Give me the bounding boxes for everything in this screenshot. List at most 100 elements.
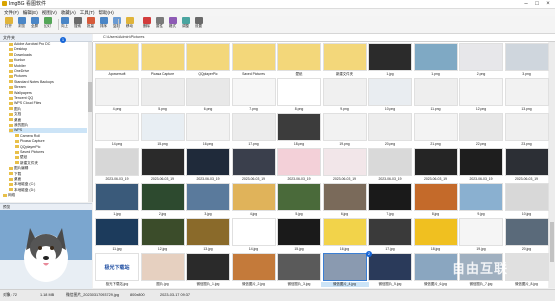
thumbnail-item[interactable]: 4.jpg <box>230 182 278 219</box>
thumbnail-item[interactable]: 2.png <box>457 42 505 79</box>
thumbnail-item[interactable]: 22.png <box>457 112 505 149</box>
thumbnail-item[interactable]: 18.png <box>275 112 323 149</box>
thumbnail-item[interactable]: 12.jpg <box>139 217 187 254</box>
tree-item[interactable]: WPS Cloud Files <box>9 101 87 106</box>
thumbnail-item[interactable]: 9.jpg <box>457 182 505 219</box>
thumbnail-item[interactable]: 2023-06-03_19 <box>184 147 232 184</box>
toolbar-button-7[interactable]: 排序 <box>98 17 109 32</box>
thumbnail-item[interactable]: 3.png <box>503 42 551 79</box>
toolbar-button-5[interactable]: 搜索 <box>72 17 83 32</box>
tree-item[interactable]: QQplayerPic <box>15 145 87 150</box>
toolbar-button-2[interactable]: 全屏 <box>29 17 40 32</box>
tree-item[interactable]: 网络 <box>3 193 87 198</box>
toolbar-button-10[interactable]: 删除 <box>141 17 152 32</box>
thumbnail-item[interactable]: 7.jpg <box>366 182 414 219</box>
thumbnail-item[interactable]: 8.png <box>275 77 323 114</box>
thumbnail-item[interactable]: 12.png <box>457 77 505 114</box>
menu-item-1[interactable]: 编辑(E) <box>23 9 38 16</box>
thumbnail-item[interactable]: 17.jpg <box>366 217 414 254</box>
address-bar[interactable]: C:\Users\Admin\Pictures <box>93 34 555 42</box>
toolbar-button-11[interactable]: 属性 <box>154 17 165 32</box>
thumbnail-item[interactable]: 2023-06-03_19 <box>93 147 141 184</box>
tree-item[interactable]: Downloads <box>9 53 87 58</box>
tree-item[interactable]: Mobiler <box>9 64 87 69</box>
grid-scrollbar-thumb[interactable] <box>550 222 554 262</box>
tree-scrollbar-thumb[interactable] <box>88 82 92 112</box>
thumbnail-item[interactable]: Saved Pictures <box>230 42 278 79</box>
menu-item-0[interactable]: 文件(F) <box>4 9 19 16</box>
toolbar-button-4[interactable]: 向上 <box>59 17 70 32</box>
thumbnail-item[interactable]: 1.png <box>412 42 460 79</box>
tree-item[interactable]: 本地磁盘 (C:) <box>9 182 87 187</box>
tree-item[interactable]: Kunlun <box>9 58 87 63</box>
thumbnail-item[interactable]: Picasa Capture <box>139 42 187 79</box>
thumbnail-item[interactable]: 2023-06-03_19 <box>503 147 551 184</box>
grid-scrollbar[interactable] <box>549 42 555 288</box>
toolbar-button-14[interactable]: 设置 <box>193 17 204 32</box>
thumbnail-item[interactable]: 2023-06-03_19 <box>321 147 369 184</box>
tree-item[interactable]: OneDrive <box>9 69 87 74</box>
thumbnail-item[interactable]: 6.png <box>184 77 232 114</box>
thumbnail-item[interactable]: 10.png <box>366 77 414 114</box>
thumbnail-item[interactable]: 2023-06-03_19 <box>230 147 278 184</box>
thumbnail-item[interactable]: 5.jpg <box>275 182 323 219</box>
thumbnail-item[interactable]: 10.jpg <box>503 182 551 219</box>
thumbnail-item[interactable]: 2023-06-03_19 <box>139 147 187 184</box>
thumbnail-item[interactable]: 微信图片_8.jpg <box>503 252 551 289</box>
thumbnail-item[interactable]: 新建文件夹 <box>321 42 369 79</box>
thumbnail-item[interactable]: 3.jpg <box>184 182 232 219</box>
thumbnail-item[interactable]: 15.jpg <box>275 217 323 254</box>
thumbnail-item[interactable]: Apowersoft <box>93 42 141 79</box>
thumbnail-item[interactable]: QQplayerPic <box>184 42 232 79</box>
tree-item[interactable]: 文档 <box>9 112 87 117</box>
thumbnail-item[interactable]: 壁纸 <box>275 42 323 79</box>
tree-item[interactable]: Adobe Acrobat Pro DC <box>9 42 87 47</box>
tree-item[interactable]: Camera Roll <box>15 134 87 139</box>
thumbnail-item[interactable]: 15.png <box>139 112 187 149</box>
toolbar-button-13[interactable]: 调整 <box>180 17 191 32</box>
thumbnail-item[interactable]: 17.png <box>230 112 278 149</box>
thumbnail-item[interactable]: 2023-06-03_19 <box>412 147 460 184</box>
thumbnail-item[interactable]: 9.png <box>321 77 369 114</box>
toolbar-button-9[interactable]: 移动 <box>124 17 135 32</box>
thumbnail-item[interactable]: 11.png <box>412 77 460 114</box>
thumbnail-item[interactable]: 2023-06-03_19 <box>366 147 414 184</box>
toolbar-button-6[interactable]: 批量 <box>85 17 96 32</box>
tree-item[interactable]: 壁纸 <box>15 155 87 160</box>
maximize-button[interactable]: □ <box>532 0 542 8</box>
thumbnail-item[interactable]: 14.jpg <box>230 217 278 254</box>
thumbnail-item[interactable]: 18.jpg <box>412 217 460 254</box>
tree-item[interactable]: 下载 <box>9 172 87 177</box>
thumbnail-item[interactable]: 8.jpg <box>412 182 460 219</box>
thumbnail-item[interactable]: 14.png <box>93 112 141 149</box>
tree-item[interactable]: Stream <box>9 85 87 90</box>
thumbnail-item[interactable]: 2.jpg <box>139 182 187 219</box>
thumbnail-item[interactable]: 16.png <box>184 112 232 149</box>
toolbar-button-12[interactable]: 格式 <box>167 17 178 32</box>
thumbnail-item[interactable]: 1.jpg <box>93 182 141 219</box>
thumbnail-item[interactable]: 20.png <box>366 112 414 149</box>
thumbnail-item[interactable]: 微信图片_1.jpg <box>184 252 232 289</box>
thumbnail-item[interactable]: 1.jpg <box>366 42 414 79</box>
close-button[interactable]: × <box>543 0 553 8</box>
toolbar-button-1[interactable]: 浏览 <box>16 17 27 32</box>
thumbnail-item[interactable]: 13.jpg <box>184 217 232 254</box>
tree-item[interactable]: 桌面 <box>9 118 87 123</box>
thumbnail-item[interactable]: 2023-06-03_19 <box>457 147 505 184</box>
thumbnail-item[interactable]: 2023-06-03_19 <box>275 147 323 184</box>
tree-item[interactable]: Picasa Capture <box>15 139 87 144</box>
menu-item-2[interactable]: 视图(V) <box>42 9 57 16</box>
toolbar-button-3[interactable]: 幻灯 <box>42 17 53 32</box>
thumbnail-item[interactable]: 图片.jpg <box>139 252 187 289</box>
tree-item[interactable]: 本地磁盘 (D:) <box>9 188 87 193</box>
thumbnail-item[interactable]: 13.png <box>503 77 551 114</box>
tree-item[interactable]: Standard Notes Backups <box>9 80 87 85</box>
tree-item[interactable]: Pictures <box>9 74 87 79</box>
thumbnail-item[interactable]: 19.jpg <box>457 217 505 254</box>
thumbnail-item[interactable]: 微信图片_4.jpg <box>320 252 369 289</box>
minimize-button[interactable]: – <box>521 0 531 8</box>
tree-item[interactable]: Tencent QQ <box>9 96 87 101</box>
tree-item[interactable]: 我的图片 <box>9 123 87 128</box>
thumbnail-item[interactable]: 19.png <box>321 112 369 149</box>
menu-item-4[interactable]: 工具(T) <box>80 9 95 16</box>
